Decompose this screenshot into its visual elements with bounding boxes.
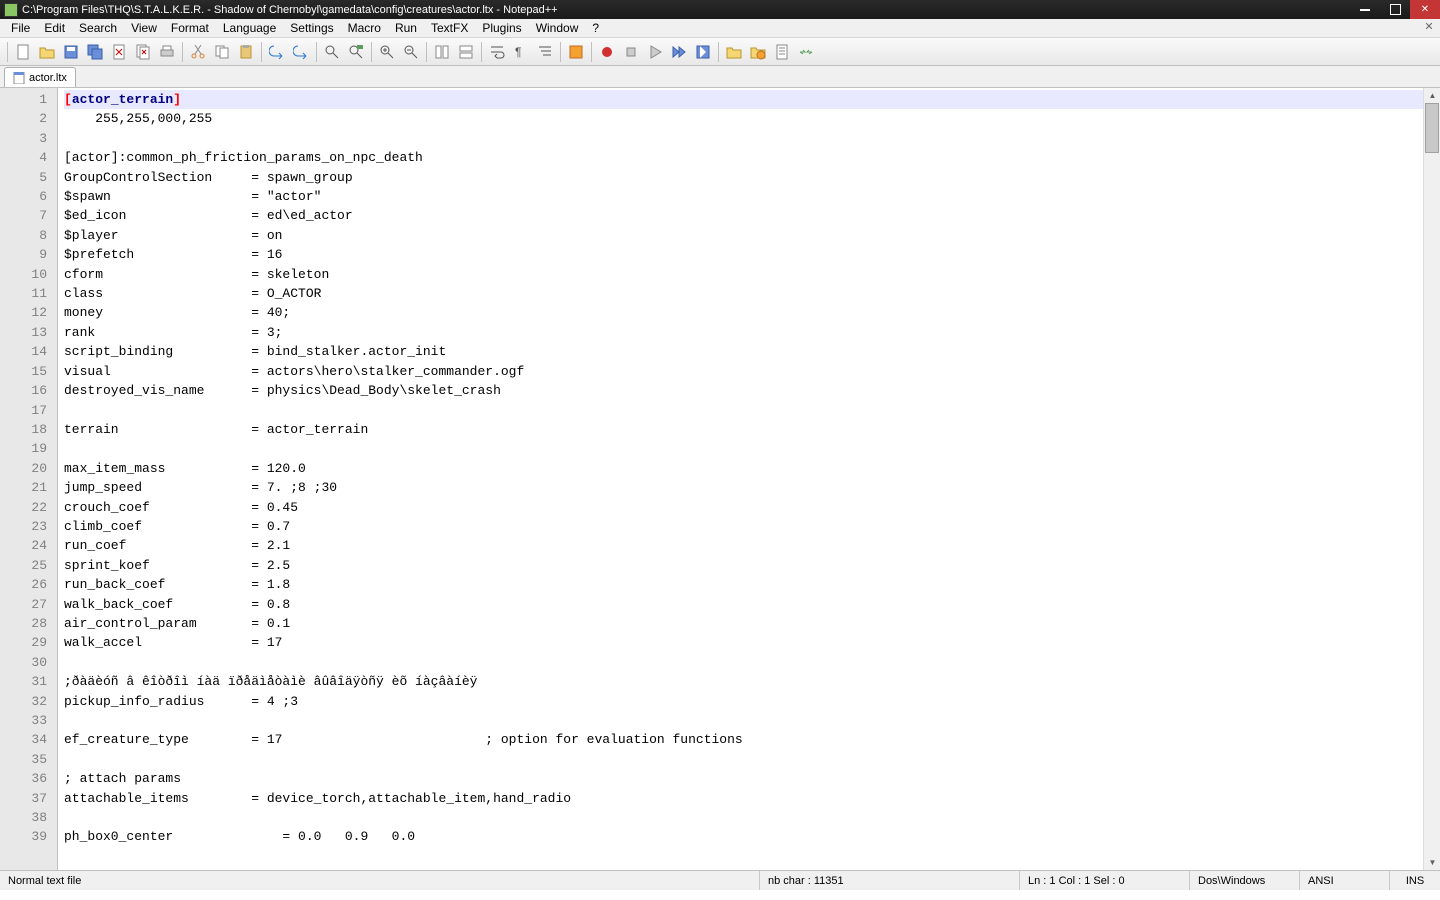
play-multi-icon[interactable] [668, 41, 690, 63]
scroll-thumb[interactable] [1425, 103, 1439, 153]
menu-help[interactable]: ? [585, 21, 606, 35]
file-icon [13, 72, 25, 84]
close-doc-button[interactable]: ✕ [1422, 20, 1436, 33]
status-filetype: Normal text file [0, 871, 760, 890]
menu-language[interactable]: Language [216, 21, 283, 35]
menu-search[interactable]: Search [72, 21, 124, 35]
menu-format[interactable]: Format [164, 21, 216, 35]
menu-run[interactable]: Run [388, 21, 424, 35]
menu-settings[interactable]: Settings [283, 21, 340, 35]
play-icon[interactable] [644, 41, 666, 63]
separator [182, 42, 183, 62]
save-macro-icon[interactable] [692, 41, 714, 63]
code-area[interactable]: [actor_terrain] 255,255,000,255 [actor]:… [58, 88, 1440, 870]
close-all-icon[interactable] [132, 41, 154, 63]
menu-file[interactable]: File [4, 21, 37, 35]
cut-icon[interactable] [187, 41, 209, 63]
status-cursor-pos: Ln : 1 Col : 1 Sel : 0 [1020, 871, 1190, 890]
tab-actor-ltx[interactable]: actor.ltx [4, 67, 76, 87]
app-icon [4, 3, 18, 17]
record-icon[interactable] [596, 41, 618, 63]
window-title: C:\Program Files\THQ\S.T.A.L.K.E.R. - Sh… [22, 4, 1350, 16]
menu-window[interactable]: Window [529, 21, 586, 35]
separator [7, 42, 8, 62]
zoom-out-icon[interactable] [400, 41, 422, 63]
tab-label: actor.ltx [29, 72, 67, 84]
replace-icon[interactable] [345, 41, 367, 63]
scroll-down-button[interactable]: ▼ [1424, 855, 1440, 870]
status-encoding: ANSI [1300, 871, 1390, 890]
menu-macro[interactable]: Macro [341, 21, 388, 35]
status-overwrite: INS [1390, 871, 1440, 890]
separator [261, 42, 262, 62]
wordwrap-icon[interactable] [486, 41, 508, 63]
vertical-scrollbar[interactable]: ▲ ▼ [1423, 88, 1440, 870]
tool-bar: ¶ [0, 38, 1440, 66]
folder-icon[interactable] [723, 41, 745, 63]
menu-edit[interactable]: Edit [37, 21, 72, 35]
separator [481, 42, 482, 62]
svg-text:¶: ¶ [515, 45, 521, 59]
zoom-in-icon[interactable] [376, 41, 398, 63]
separator [371, 42, 372, 62]
status-bar: Normal text file nb char : 11351 Ln : 1 … [0, 870, 1440, 890]
save-all-icon[interactable] [84, 41, 106, 63]
open-icon[interactable] [36, 41, 58, 63]
paste-icon[interactable] [235, 41, 257, 63]
find-icon[interactable] [321, 41, 343, 63]
separator [316, 42, 317, 62]
folder2-icon[interactable] [747, 41, 769, 63]
menu-textfx[interactable]: TextFX [424, 21, 475, 35]
menu-view[interactable]: View [124, 21, 164, 35]
scroll-up-button[interactable]: ▲ [1424, 88, 1440, 103]
compare-icon[interactable] [795, 41, 817, 63]
print-icon[interactable] [156, 41, 178, 63]
user-lang-icon[interactable] [565, 41, 587, 63]
status-charcount: nb char : 11351 [760, 871, 1020, 890]
save-icon[interactable] [60, 41, 82, 63]
status-eol: Dos\Windows [1190, 871, 1300, 890]
show-all-chars-icon[interactable]: ¶ [510, 41, 532, 63]
maximize-button[interactable] [1380, 0, 1410, 19]
minimize-button[interactable] [1350, 0, 1380, 19]
menu-bar: File Edit Search View Format Language Se… [0, 19, 1440, 38]
undo-icon[interactable] [266, 41, 288, 63]
stop-icon[interactable] [620, 41, 642, 63]
separator [426, 42, 427, 62]
tab-bar: actor.ltx [0, 66, 1440, 88]
close-button[interactable] [1410, 0, 1440, 19]
window-controls [1350, 0, 1440, 19]
title-bar: C:\Program Files\THQ\S.T.A.L.K.E.R. - Sh… [0, 0, 1440, 19]
separator [560, 42, 561, 62]
close-file-icon[interactable] [108, 41, 130, 63]
copy-icon[interactable] [211, 41, 233, 63]
menu-plugins[interactable]: Plugins [475, 21, 528, 35]
new-icon[interactable] [12, 41, 34, 63]
sync-h-icon[interactable] [455, 41, 477, 63]
line-number-gutter: 1234567891011121314151617181920212223242… [0, 88, 58, 870]
redo-icon[interactable] [290, 41, 312, 63]
separator [718, 42, 719, 62]
sync-v-icon[interactable] [431, 41, 453, 63]
indent-guide-icon[interactable] [534, 41, 556, 63]
editor[interactable]: 1234567891011121314151617181920212223242… [0, 88, 1440, 870]
doc-icon[interactable] [771, 41, 793, 63]
separator [591, 42, 592, 62]
